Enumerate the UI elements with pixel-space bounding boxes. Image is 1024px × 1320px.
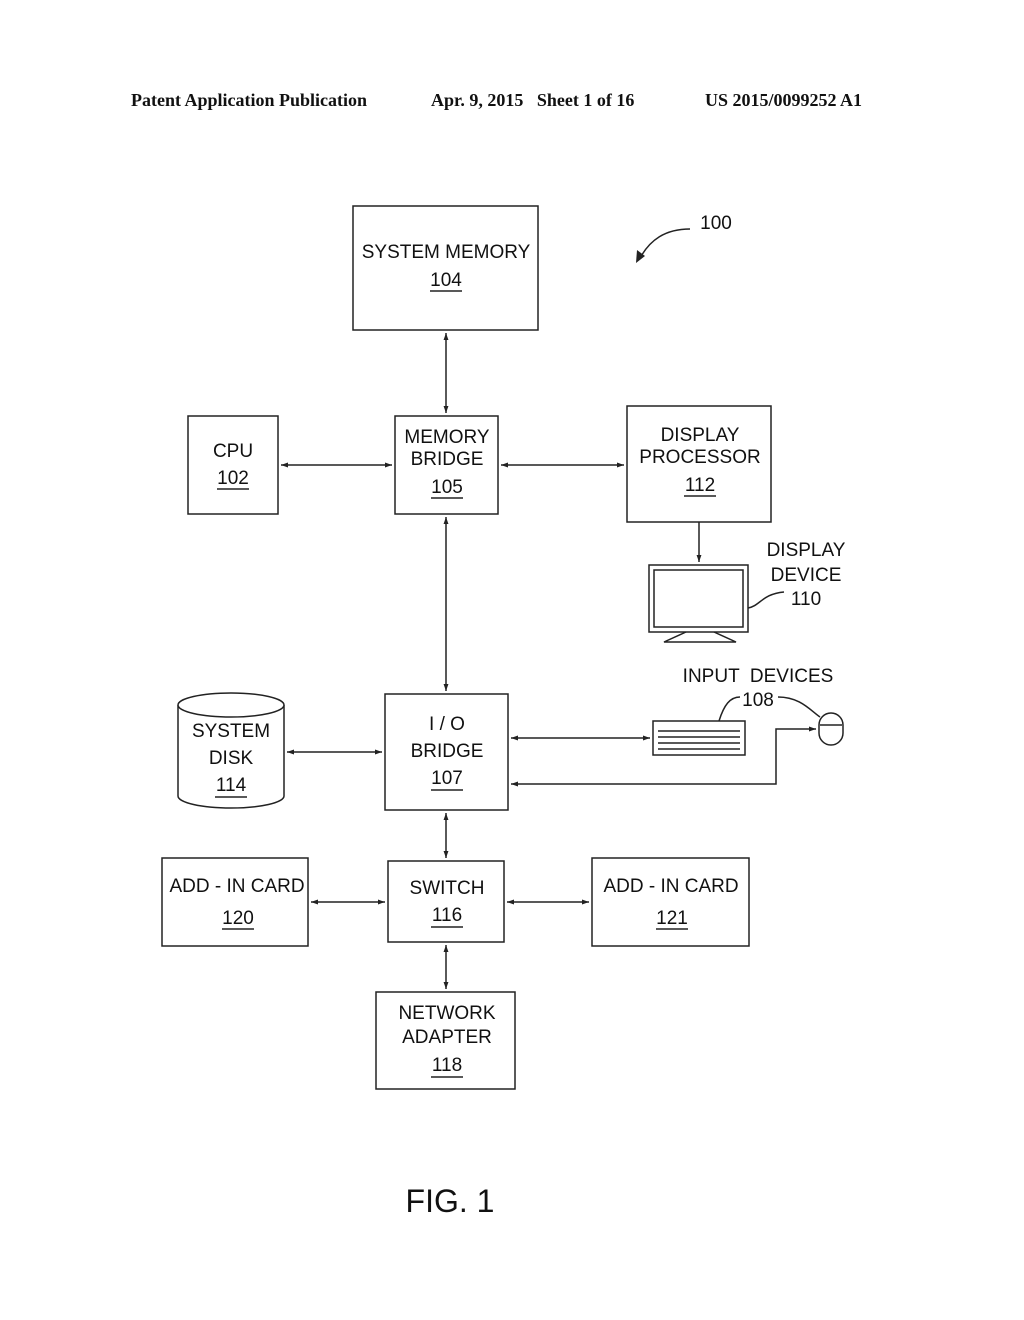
io-bridge-ref: 107 bbox=[431, 768, 463, 789]
block-io-bridge: I / O BRIDGE 107 bbox=[384, 693, 509, 811]
display-device-leader bbox=[747, 591, 785, 609]
switch-ref: 116 bbox=[432, 905, 462, 926]
mouse-icon bbox=[818, 712, 844, 746]
block-add-in-card-120: ADD - IN CARD 120 bbox=[161, 857, 309, 947]
display-processor-label-2: PROCESSOR bbox=[639, 447, 760, 468]
system-memory-ref: 104 bbox=[430, 270, 462, 291]
display-device-monitor-icon bbox=[648, 564, 749, 643]
display-processor-label-1: DISPLAY bbox=[661, 425, 740, 446]
figure-label: FIG. 1 bbox=[406, 1183, 495, 1219]
block-system-disk: SYSTEM DISK 114 bbox=[177, 692, 285, 809]
io-bridge-label-2: BRIDGE bbox=[411, 741, 484, 762]
system-disk-label-1: SYSTEM bbox=[192, 721, 270, 742]
add-in-card-120-ref: 120 bbox=[222, 908, 254, 929]
block-network-adapter: NETWORK ADAPTER 118 bbox=[375, 991, 516, 1090]
display-processor-ref: 112 bbox=[685, 475, 715, 496]
memory-bridge-label-1: MEMORY bbox=[404, 427, 489, 448]
system-memory-label: SYSTEM MEMORY bbox=[362, 242, 531, 263]
add-in-card-121-ref: 121 bbox=[656, 908, 688, 929]
network-adapter-label-2: ADAPTER bbox=[402, 1027, 492, 1048]
input-devices-label: INPUT DEVICES bbox=[683, 666, 834, 687]
input-devices-ref: 108 bbox=[742, 690, 774, 711]
display-device-label-1: DISPLAY bbox=[767, 540, 846, 561]
keyboard-icon bbox=[652, 720, 746, 756]
cpu-ref: 102 bbox=[217, 468, 249, 489]
display-device-label-2: DEVICE bbox=[771, 565, 842, 586]
block-diagram: 100 SYSTEM MEMORY 104 CPU 102 MEMORY BRI… bbox=[161, 205, 846, 1219]
memory-bridge-ref: 105 bbox=[431, 477, 463, 498]
network-adapter-ref: 118 bbox=[432, 1055, 462, 1076]
block-cpu: CPU 102 bbox=[187, 415, 279, 515]
block-add-in-card-121: ADD - IN CARD 121 bbox=[591, 857, 750, 947]
block-switch: SWITCH 116 bbox=[387, 860, 505, 943]
ref-100-leader bbox=[639, 228, 691, 259]
add-in-card-121-label: ADD - IN CARD bbox=[603, 876, 738, 897]
system-disk-label-2: DISK bbox=[209, 748, 254, 769]
display-device-ref: 110 bbox=[791, 589, 821, 610]
memory-bridge-label-2: BRIDGE bbox=[411, 449, 484, 470]
system-disk-ref: 114 bbox=[216, 775, 247, 796]
cpu-label: CPU bbox=[213, 441, 253, 462]
switch-label: SWITCH bbox=[410, 878, 485, 899]
add-in-card-120-label: ADD - IN CARD bbox=[169, 876, 304, 897]
block-display-processor: DISPLAY PROCESSOR 112 bbox=[626, 405, 772, 523]
keyboard-leader bbox=[718, 696, 741, 722]
ref-100: 100 bbox=[700, 213, 732, 234]
block-system-memory: SYSTEM MEMORY 104 bbox=[352, 205, 539, 331]
network-adapter-label-1: NETWORK bbox=[398, 1003, 495, 1024]
io-bridge-label-1: I / O bbox=[429, 714, 465, 735]
mouse-leader bbox=[777, 696, 821, 718]
block-memory-bridge: MEMORY BRIDGE 105 bbox=[394, 415, 499, 515]
